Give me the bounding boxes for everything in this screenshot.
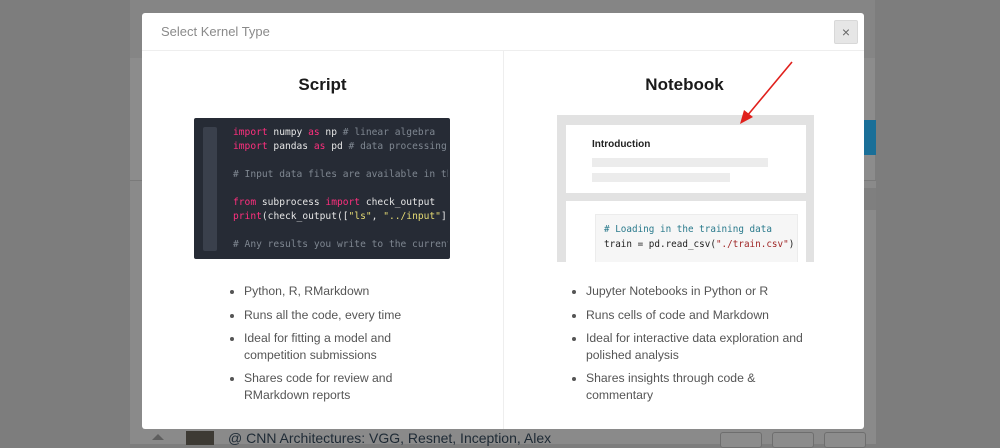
bullet-icon bbox=[230, 290, 234, 294]
code-token: # linear algebra bbox=[342, 127, 436, 138]
code-line: # Any results you write to the current d… bbox=[233, 238, 448, 252]
code-line: # Input data files are available in the … bbox=[233, 168, 448, 182]
code-line: import numpy as np # linear algebra bbox=[233, 126, 448, 140]
background-button bbox=[824, 432, 866, 448]
notebook-intro-heading: Introduction bbox=[592, 139, 651, 150]
code-token: # data processing, CSV file I/O bbox=[348, 141, 448, 152]
code-token: ]).decode("utf8")) bbox=[440, 211, 448, 222]
code-line: print(check_output(["ls", "../input"]).d… bbox=[233, 210, 448, 224]
code-token: # Input data files are available in the … bbox=[233, 169, 448, 180]
code-token: "../input" bbox=[383, 211, 441, 222]
code-token: print bbox=[233, 211, 262, 222]
notebook-feature-item: Runs cells of code and Markdown bbox=[572, 307, 806, 324]
select-kernel-type-modal: Select Kernel Type × Script import numpy… bbox=[142, 13, 864, 429]
close-button[interactable]: × bbox=[834, 20, 858, 44]
notebook-feature-list: Jupyter Notebooks in Python or R Runs ce… bbox=[572, 283, 806, 410]
modal-header: Select Kernel Type × bbox=[142, 13, 864, 51]
script-code-preview: import numpy as np # linear algebra impor… bbox=[194, 118, 450, 259]
code-token: pandas bbox=[267, 141, 314, 152]
code-token: as bbox=[308, 127, 320, 138]
notebook-code-block: # Loading in the training data train = p… bbox=[595, 214, 798, 262]
bullet-icon bbox=[572, 377, 576, 381]
code-gutter bbox=[203, 127, 217, 251]
code-token: import bbox=[325, 197, 361, 208]
script-feature-list: Python, R, RMarkdown Runs all the code, … bbox=[230, 283, 444, 410]
bullet-icon bbox=[572, 313, 576, 318]
script-option[interactable]: Script import numpy as np # linear algeb… bbox=[142, 51, 503, 429]
notebook-feature-item: Ideal for interactive data exploration a… bbox=[572, 330, 806, 363]
bullet-icon bbox=[572, 337, 576, 341]
background-kernel-title: @ CNN Architectures: VGG, Resnet, Incept… bbox=[228, 430, 552, 446]
modal-title: Select Kernel Type bbox=[161, 24, 270, 39]
notebook-title: Notebook bbox=[645, 75, 724, 94]
code-line: import pandas as pd # data processing, C… bbox=[233, 140, 448, 154]
placeholder-text-bar bbox=[592, 158, 768, 167]
code-token: import bbox=[233, 127, 268, 138]
code-cell: # Loading in the training data train = p… bbox=[566, 201, 806, 262]
notebook-feature-item: Shares insights through code & commentar… bbox=[572, 370, 806, 403]
markdown-cell: Introduction bbox=[566, 125, 806, 193]
notebook-code-lines: # Loading in the training data train = p… bbox=[604, 224, 795, 250]
code-token: check_output bbox=[360, 197, 436, 208]
code-token: import bbox=[233, 141, 268, 152]
code-line: from subprocess import check_output bbox=[233, 196, 448, 210]
code-token: (check_output([ bbox=[261, 211, 349, 222]
script-feature-item: Python, R, RMarkdown bbox=[230, 283, 444, 300]
script-feature-item: Ideal for fitting a model and competitio… bbox=[230, 330, 444, 363]
code-token: # Any results you write to the current d… bbox=[233, 239, 448, 250]
notebook-option[interactable]: Notebook Introduction # Loading in the t… bbox=[504, 51, 865, 429]
code-token: numpy bbox=[267, 127, 309, 138]
bullet-icon bbox=[230, 377, 234, 381]
placeholder-text-bar bbox=[592, 173, 730, 182]
bullet-icon bbox=[230, 337, 234, 341]
script-code-lines: import numpy as np # linear algebra impor… bbox=[233, 126, 448, 252]
notebook-preview: Introduction # Loading in the training d… bbox=[557, 115, 814, 262]
code-token: np bbox=[319, 127, 343, 138]
code-token: subprocess bbox=[256, 197, 326, 208]
notebook-feature-item: Jupyter Notebooks in Python or R bbox=[572, 283, 806, 300]
code-token: "ls" bbox=[348, 211, 372, 222]
code-token: from bbox=[233, 197, 257, 208]
script-title: Script bbox=[298, 75, 347, 94]
close-icon: × bbox=[841, 24, 851, 40]
bullet-icon bbox=[572, 290, 576, 294]
code-token: , bbox=[371, 211, 384, 222]
code-token: pd bbox=[325, 141, 349, 152]
upvote-icon bbox=[152, 434, 164, 440]
bullet-icon bbox=[230, 313, 234, 318]
script-feature-item: Runs all the code, every time bbox=[230, 307, 444, 324]
code-token: as bbox=[313, 141, 326, 152]
background-button bbox=[720, 432, 762, 448]
background-button bbox=[772, 432, 814, 448]
script-feature-item: Shares code for review and RMarkdown rep… bbox=[230, 370, 444, 403]
